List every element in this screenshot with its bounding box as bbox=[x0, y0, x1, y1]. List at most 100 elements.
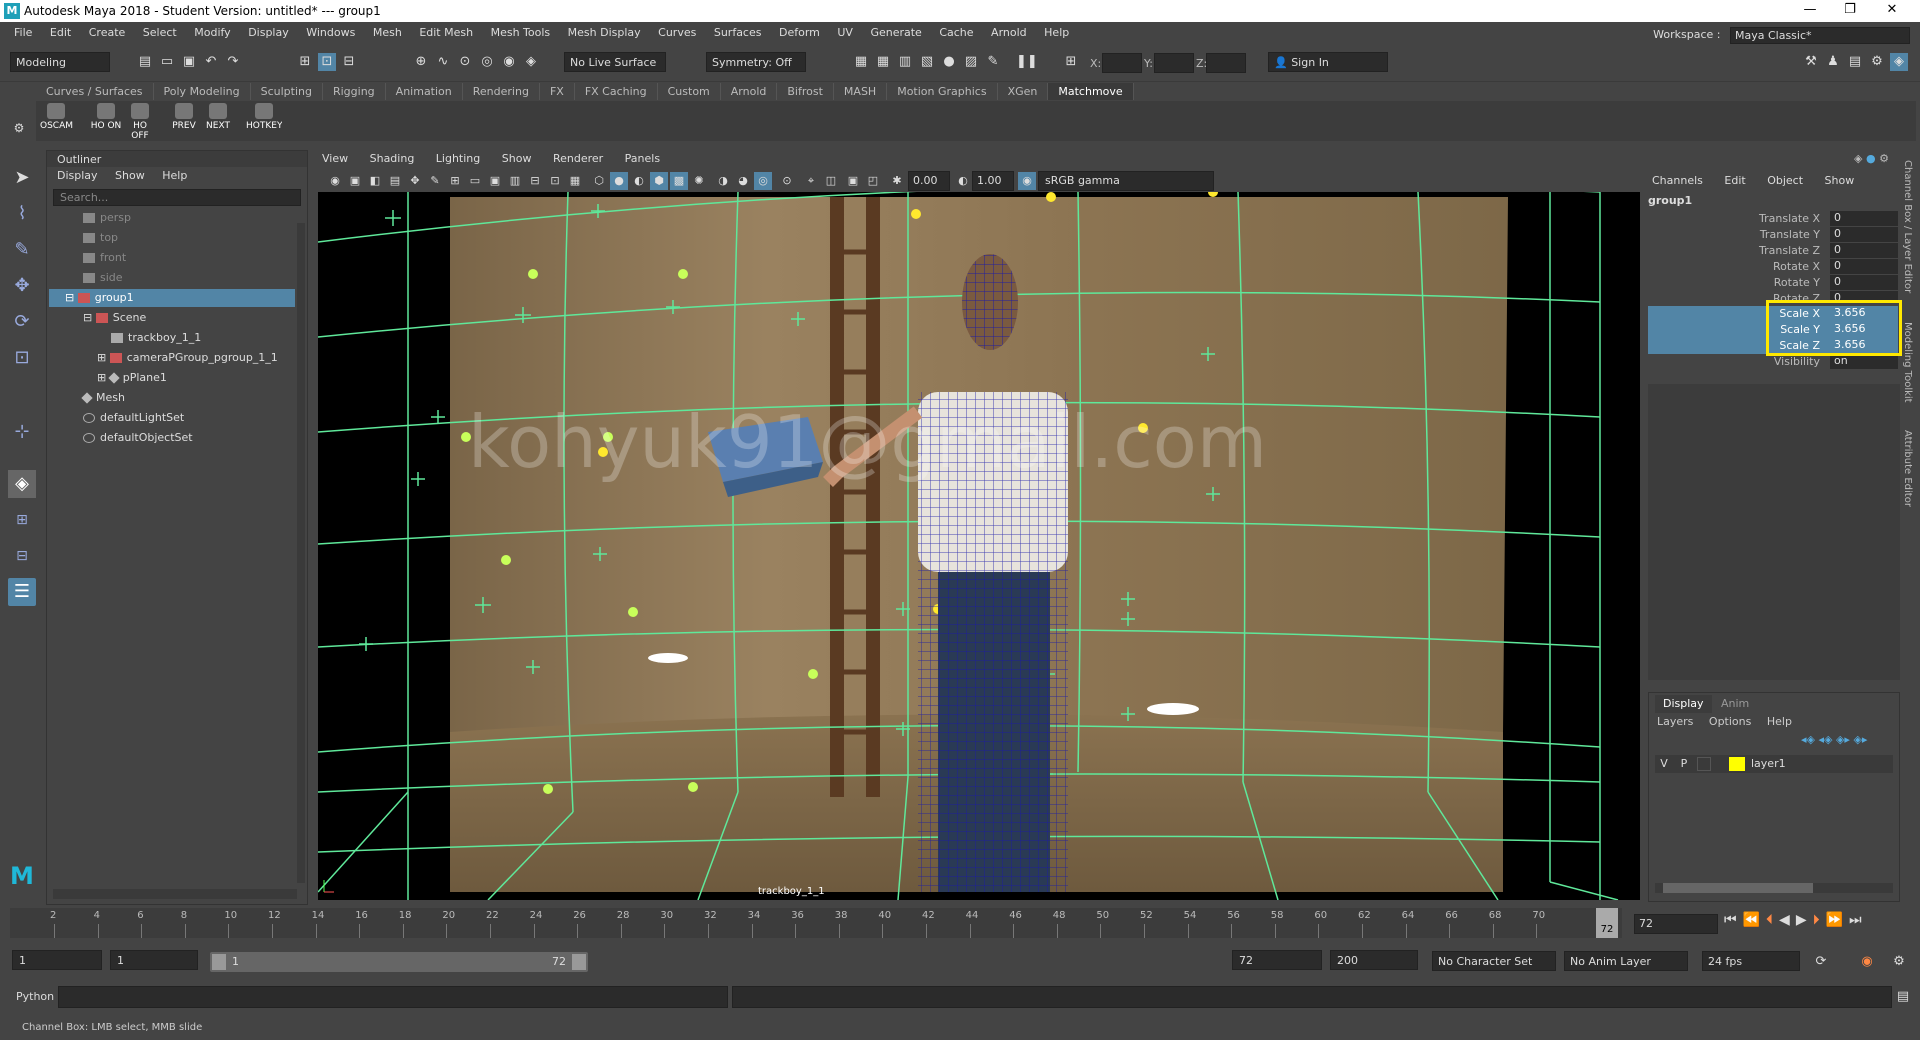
z-field[interactable] bbox=[1206, 53, 1246, 73]
channel-value[interactable]: 0 bbox=[1830, 243, 1898, 258]
fps-dropdown[interactable]: 24 fps bbox=[1702, 951, 1800, 971]
show-manipulator-icon[interactable]: ⊹ bbox=[8, 418, 36, 446]
outliner-item-front[interactable]: front bbox=[57, 249, 303, 267]
shelf-tab[interactable]: Poly Modeling bbox=[154, 83, 251, 100]
anti-aliasing-icon[interactable]: ◎ bbox=[754, 172, 772, 190]
exposure-field[interactable]: 0.00 bbox=[908, 171, 950, 191]
channel-value[interactable]: 0 bbox=[1830, 227, 1898, 242]
four-view-layout-icon[interactable]: ⊞ bbox=[8, 506, 36, 534]
shelf-button-hotkey[interactable]: HOTKEY bbox=[246, 103, 282, 139]
select-camera-icon[interactable]: ◉ bbox=[326, 172, 344, 190]
wireframe-icon[interactable]: ⬡ bbox=[590, 172, 608, 190]
default-material-icon[interactable]: ◐ bbox=[630, 172, 648, 190]
two-d-pan-icon[interactable]: ✥ bbox=[406, 172, 424, 190]
menu-display[interactable]: Display bbox=[248, 22, 289, 39]
new-layer-icon[interactable]: ◈▸ bbox=[1836, 733, 1853, 746]
shelf-tab[interactable]: FX bbox=[540, 83, 575, 100]
shelf-tab[interactable]: Rendering bbox=[463, 83, 540, 100]
render-icon[interactable]: ▦ bbox=[852, 53, 870, 71]
side-tab-channel-box[interactable]: Channel Box / Layer Editor bbox=[1902, 160, 1913, 293]
current-frame-marker[interactable]: 72 bbox=[1596, 908, 1618, 938]
y-field[interactable] bbox=[1154, 53, 1194, 73]
shelf-tab-matchmove[interactable]: Matchmove bbox=[1048, 83, 1134, 100]
layer-playback-toggle[interactable]: P bbox=[1677, 757, 1691, 770]
outliner-item-defaultlightset[interactable]: defaultLightSet bbox=[57, 409, 303, 427]
snap-view-icon[interactable]: ◎ bbox=[478, 53, 496, 71]
go-to-start-icon[interactable]: ⏮ bbox=[1724, 912, 1743, 928]
ipr-render-icon[interactable]: ▥ bbox=[896, 53, 914, 71]
shelf-settings-icon[interactable]: ⚙ bbox=[10, 119, 28, 137]
go-to-end-icon[interactable]: ⏭ bbox=[1849, 912, 1868, 928]
command-input[interactable] bbox=[58, 986, 728, 1008]
new-scene-icon[interactable]: ▤ bbox=[136, 53, 154, 71]
info-icon[interactable]: ● bbox=[1866, 152, 1876, 165]
outliner-item-side[interactable]: side bbox=[57, 269, 303, 287]
ambient-occlusion-icon[interactable]: ◕ bbox=[734, 172, 752, 190]
channel-rotate-x[interactable]: Rotate X 0 bbox=[1648, 259, 1898, 275]
outliner-vertical-scrollbar[interactable] bbox=[297, 223, 305, 883]
viewport-menu-show[interactable]: Show bbox=[502, 152, 532, 165]
safe-title-icon[interactable]: ▦ bbox=[566, 172, 584, 190]
outliner-item-pplane1[interactable]: ⊞ pPlane1 bbox=[57, 369, 303, 387]
channel-translate-z[interactable]: Translate Z 0 bbox=[1648, 243, 1898, 259]
channel-translate-x[interactable]: Translate X 0 bbox=[1648, 211, 1898, 227]
layer-color-swatch[interactable] bbox=[1729, 757, 1745, 771]
exposure-icon[interactable]: ✱ bbox=[888, 172, 906, 190]
shelf-button-oscam[interactable]: OSCAM bbox=[40, 103, 73, 139]
field-chart-icon[interactable]: ⊟ bbox=[526, 172, 544, 190]
menu-edit[interactable]: Edit bbox=[50, 22, 71, 39]
use-all-lights-icon[interactable]: ✺ bbox=[690, 172, 708, 190]
outliner-horizontal-scrollbar[interactable] bbox=[53, 889, 297, 899]
outliner-menu-help[interactable]: Help bbox=[162, 169, 187, 182]
layer-row[interactable]: V P layer1 bbox=[1655, 755, 1893, 773]
outliner-item-scene[interactable]: ⊟ Scene bbox=[57, 309, 303, 327]
smooth-shade-icon[interactable]: ● bbox=[610, 172, 628, 190]
outliner-menu-display[interactable]: Display bbox=[57, 169, 98, 182]
channel-box-menu-edit[interactable]: Edit bbox=[1724, 174, 1745, 187]
menu-windows[interactable]: Windows bbox=[306, 22, 355, 39]
shelf-tab[interactable]: Curves / Surfaces bbox=[36, 83, 154, 100]
animation-start-field[interactable]: 1 bbox=[12, 950, 102, 970]
grid-icon[interactable]: ⊞ bbox=[446, 172, 464, 190]
x-field[interactable] bbox=[1102, 53, 1142, 73]
playback-start-field[interactable]: 1 bbox=[110, 950, 198, 970]
animation-end-field[interactable]: 200 bbox=[1330, 950, 1418, 970]
step-forward-icon[interactable]: ⏩ bbox=[1826, 912, 1849, 928]
menu-modify[interactable]: Modify bbox=[194, 22, 230, 39]
color-management-icon[interactable]: ◉ bbox=[1018, 172, 1036, 190]
xray-joints-icon[interactable]: ◫ bbox=[822, 172, 840, 190]
shelf-tab[interactable]: Sculpting bbox=[251, 83, 323, 100]
menu-mesh-display[interactable]: Mesh Display bbox=[568, 22, 641, 39]
open-scene-icon[interactable]: ▭ bbox=[158, 53, 176, 71]
safe-action-icon[interactable]: ⊡ bbox=[546, 172, 564, 190]
render-sequence-icon[interactable]: ▦ bbox=[874, 53, 892, 71]
play-forward-icon[interactable]: ▶ bbox=[1796, 912, 1813, 928]
viewport-menu-view[interactable]: View bbox=[322, 152, 348, 165]
auto-key-icon[interactable]: ◉ bbox=[1858, 953, 1876, 971]
resolution-gate-icon[interactable]: ▣ bbox=[486, 172, 504, 190]
gate-mask-icon[interactable]: ▥ bbox=[506, 172, 524, 190]
outliner-item-camera-pgroup[interactable]: ⊞ cameraPGroup_pgroup_1_1 bbox=[57, 349, 303, 367]
shelf-tab[interactable]: XGen bbox=[998, 83, 1049, 100]
select-component-icon[interactable]: ⊟ bbox=[340, 53, 358, 71]
current-frame-field[interactable]: 72 bbox=[1634, 914, 1718, 934]
viewport-menu-renderer[interactable]: Renderer bbox=[553, 152, 603, 165]
viewport[interactable]: kohyuk91@gmail.com trackboy_1_1 bbox=[318, 192, 1640, 900]
channel-value[interactable]: on bbox=[1830, 354, 1898, 369]
shelf-tab[interactable]: Bifrost bbox=[777, 83, 834, 100]
channel-box-menu-channels[interactable]: Channels bbox=[1652, 174, 1703, 187]
shelf-tab[interactable]: FX Caching bbox=[575, 83, 658, 100]
shelf-button-prev[interactable]: PREV bbox=[168, 103, 200, 139]
tool-settings-icon[interactable]: ⚙ bbox=[1868, 53, 1886, 71]
modeling-toolkit-icon[interactable]: ⚒ bbox=[1802, 53, 1820, 71]
viewport-menu-panels[interactable]: Panels bbox=[625, 152, 660, 165]
layer-visibility-toggle[interactable]: V bbox=[1657, 757, 1671, 770]
attribute-editor-icon[interactable]: ▤ bbox=[1846, 53, 1864, 71]
shelf-button-ho-on[interactable]: HO ON bbox=[90, 103, 122, 139]
menu-mesh-tools[interactable]: Mesh Tools bbox=[491, 22, 551, 39]
snap-curve-icon[interactable]: ∿ bbox=[434, 53, 452, 71]
menu-file[interactable]: File bbox=[14, 22, 32, 39]
film-gate-icon[interactable]: ▭ bbox=[466, 172, 484, 190]
range-start-handle[interactable] bbox=[212, 954, 226, 970]
shelf-tab[interactable]: Motion Graphics bbox=[887, 83, 998, 100]
